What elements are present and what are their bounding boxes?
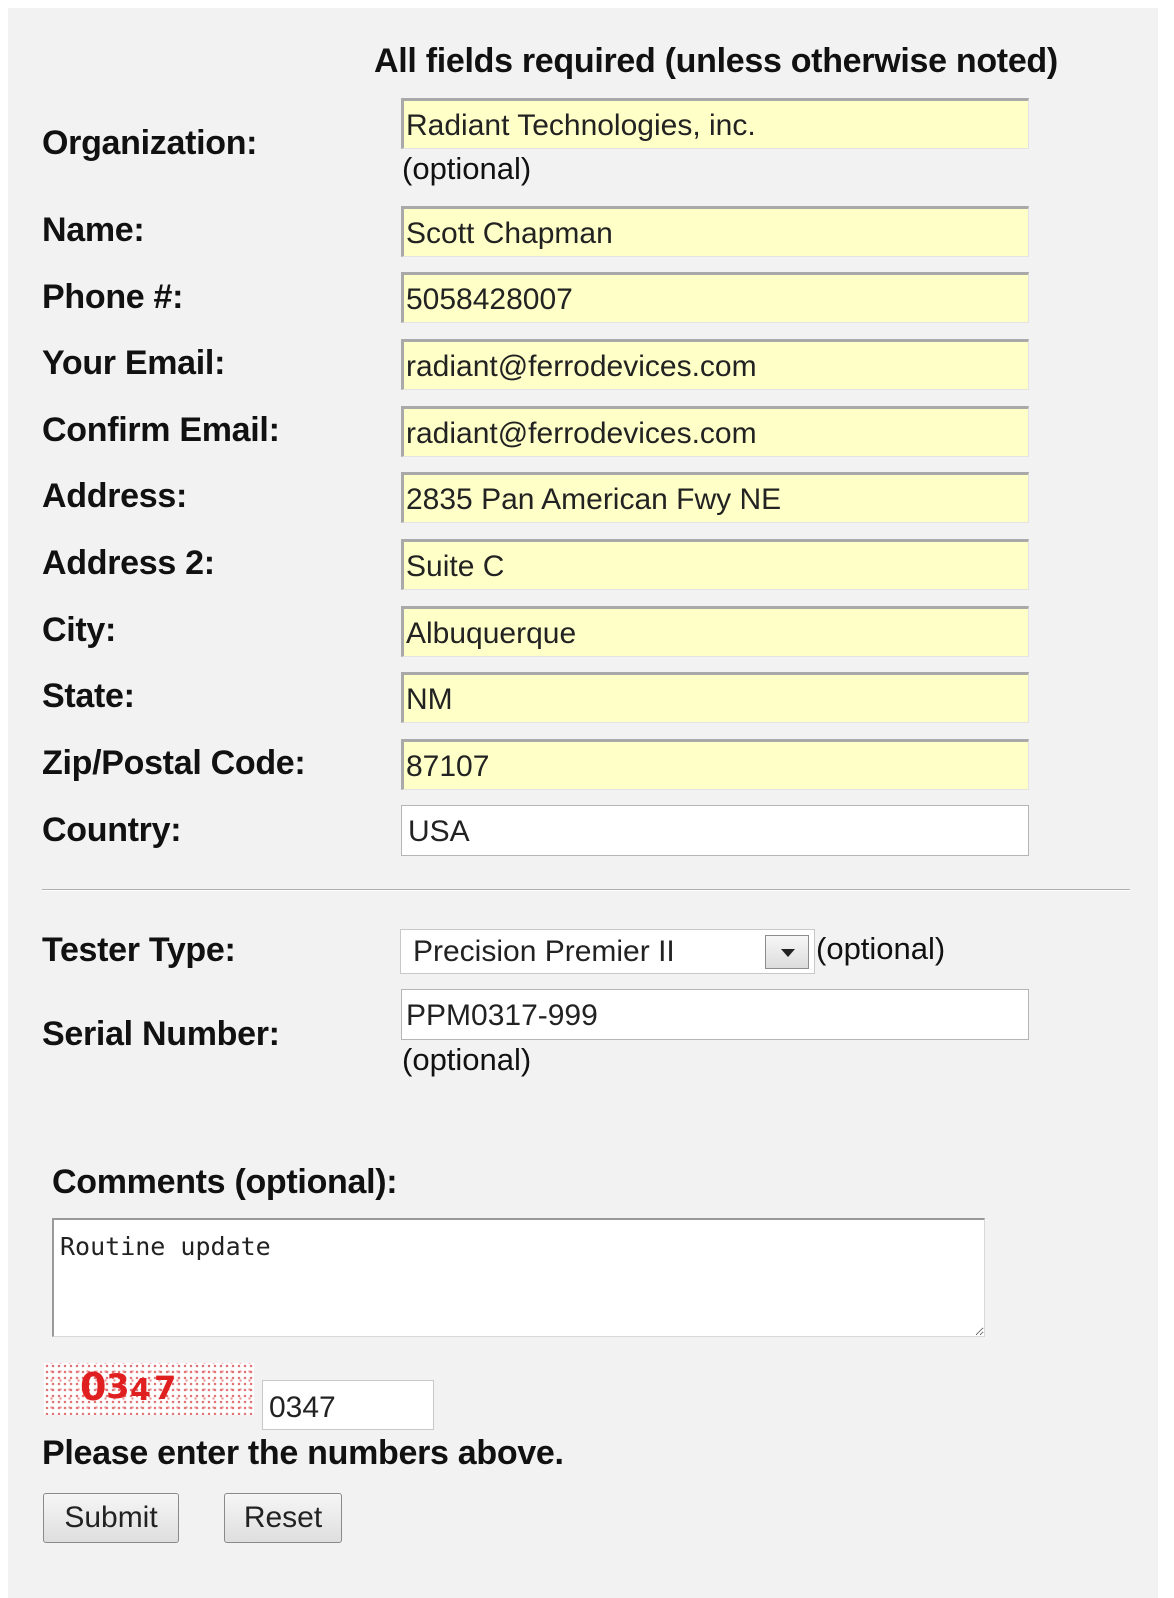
name-label: Name: — [42, 211, 145, 249]
organization-input[interactable] — [401, 98, 1029, 149]
phone-input[interactable] — [401, 272, 1029, 323]
serial-number-input[interactable] — [401, 989, 1029, 1040]
section-divider — [42, 889, 1130, 891]
name-input[interactable] — [401, 206, 1029, 257]
city-label: City: — [42, 611, 117, 649]
comments-label: Comments (optional): — [52, 1163, 398, 1201]
phone-label: Phone #: — [42, 278, 184, 316]
organization-label: Organization: — [42, 124, 258, 162]
zip-label: Zip/Postal Code: — [42, 744, 306, 782]
country-label: Country: — [42, 811, 182, 849]
captcha-digit: 0 — [80, 1365, 107, 1409]
state-label: State: — [42, 677, 135, 715]
tester-type-optional-note: (optional) — [816, 931, 946, 966]
comments-textarea[interactable]: Routine update — [52, 1218, 985, 1337]
address2-input[interactable] — [401, 539, 1029, 590]
required-fields-notice: All fields required (unless otherwise no… — [374, 42, 1058, 80]
captcha-digit: 4 — [130, 1373, 151, 1408]
captcha-prompt: Please enter the numbers above. — [42, 1434, 564, 1472]
email-input[interactable] — [401, 339, 1029, 390]
serial-number-label: Serial Number: — [42, 1015, 280, 1053]
reset-button[interactable]: Reset — [224, 1493, 342, 1543]
tester-type-selected-value: Precision Premier II — [413, 935, 675, 968]
serial-number-optional-note: (optional) — [402, 1042, 532, 1077]
country-input[interactable] — [401, 805, 1029, 856]
email-label: Your Email: — [42, 344, 226, 382]
tester-type-label: Tester Type: — [42, 931, 236, 969]
chevron-down-icon[interactable] — [765, 935, 809, 969]
address2-label: Address 2: — [42, 544, 215, 582]
address-input[interactable] — [401, 472, 1029, 523]
confirm-email-label: Confirm Email: — [42, 411, 280, 449]
captcha-input[interactable] — [262, 1380, 434, 1430]
organization-optional-note: (optional) — [402, 151, 532, 186]
tester-type-select[interactable]: Precision Premier II — [400, 929, 815, 974]
captcha-digit: 7 — [154, 1369, 177, 1407]
zip-input[interactable] — [401, 739, 1029, 790]
captcha-digit: 3 — [106, 1367, 130, 1407]
city-input[interactable] — [401, 606, 1029, 657]
address-label: Address: — [42, 477, 187, 515]
confirm-email-input[interactable] — [401, 406, 1029, 457]
state-input[interactable] — [401, 672, 1029, 723]
submit-button[interactable]: Submit — [43, 1493, 179, 1543]
captcha-image: 0 3 4 7 — [44, 1363, 254, 1415]
